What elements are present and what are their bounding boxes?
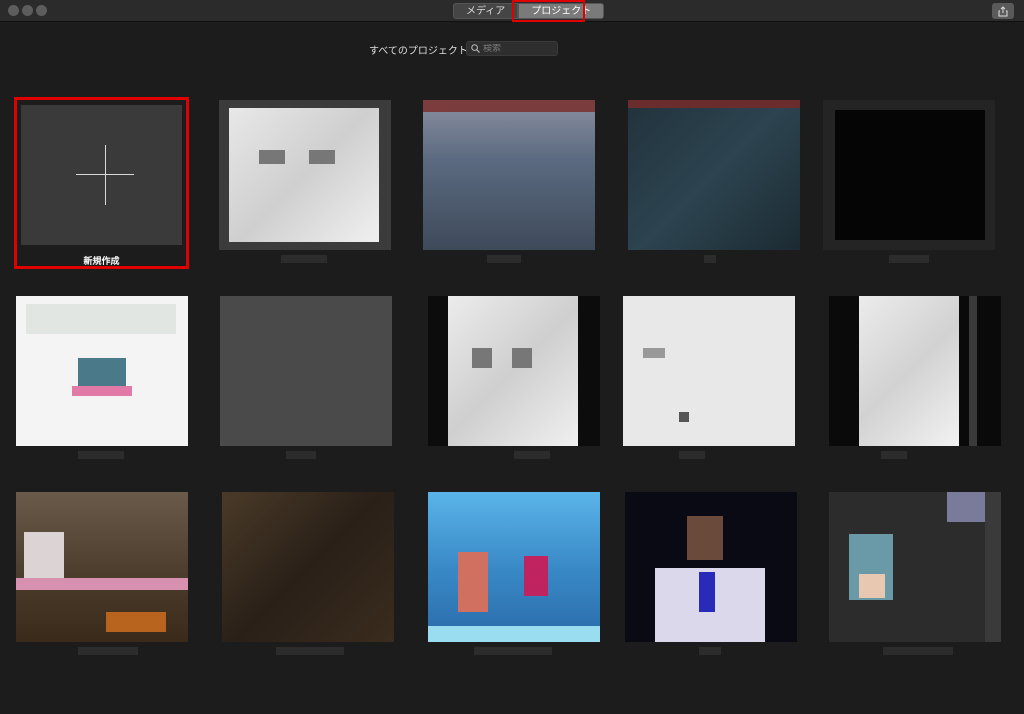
project-card[interactable] <box>428 296 600 466</box>
project-card[interactable] <box>625 492 797 662</box>
share-icon <box>998 5 1008 16</box>
project-title-redacted <box>883 647 953 655</box>
project-thumbnail <box>222 492 394 642</box>
project-title-redacted <box>704 255 716 263</box>
project-title-redacted <box>699 647 721 655</box>
project-thumbnail <box>423 100 595 250</box>
project-thumbnail <box>220 296 392 446</box>
project-filter-popup[interactable]: すべてのプロジェクト⇕ <box>369 42 477 57</box>
project-title-redacted <box>78 451 124 459</box>
project-title-redacted <box>889 255 929 263</box>
project-thumbnail <box>628 100 800 250</box>
project-card[interactable] <box>220 296 392 466</box>
close-window-button[interactable] <box>8 5 19 16</box>
project-card[interactable] <box>428 492 600 662</box>
project-card[interactable] <box>222 492 394 662</box>
share-button[interactable] <box>992 3 1014 19</box>
project-filter-label: すべてのプロジェクト <box>369 46 468 57</box>
search-field[interactable] <box>466 41 558 56</box>
project-card[interactable] <box>219 100 391 270</box>
project-title-redacted <box>487 255 521 263</box>
minimize-window-button[interactable] <box>22 5 33 16</box>
project-card[interactable] <box>628 100 800 270</box>
project-thumbnail <box>16 492 188 642</box>
project-title-redacted <box>474 647 552 655</box>
project-card[interactable] <box>16 492 188 662</box>
projects-tab-highlight <box>512 0 585 22</box>
project-card[interactable] <box>829 492 1001 662</box>
project-thumbnail <box>623 296 795 446</box>
project-card[interactable] <box>423 100 595 270</box>
project-thumbnail <box>428 492 600 642</box>
project-title-redacted <box>881 451 907 459</box>
project-thumbnail <box>219 100 391 250</box>
project-title-redacted <box>281 255 327 263</box>
zoom-window-button[interactable] <box>36 5 47 16</box>
search-icon <box>471 44 480 53</box>
project-title-redacted <box>286 451 316 459</box>
project-thumbnail <box>625 492 797 642</box>
project-card[interactable] <box>823 100 995 270</box>
project-title-redacted <box>276 647 344 655</box>
project-thumbnail <box>428 296 600 446</box>
project-thumbnail <box>829 492 1001 642</box>
project-title-redacted <box>514 451 550 459</box>
project-card[interactable] <box>623 296 795 466</box>
search-input[interactable] <box>483 43 555 54</box>
new-project-card[interactable]: 新規作成 <box>14 97 189 269</box>
project-thumbnail <box>16 296 188 446</box>
project-thumbnail <box>823 100 995 250</box>
project-card[interactable] <box>829 296 1001 466</box>
project-title-redacted <box>78 647 138 655</box>
project-card[interactable] <box>16 296 188 466</box>
new-project-label: 新規作成 <box>83 257 120 267</box>
project-title-redacted <box>679 451 705 459</box>
project-thumbnail <box>829 296 1001 446</box>
tab-media[interactable]: メディア <box>453 3 519 19</box>
new-project-thumbnail <box>21 105 182 245</box>
